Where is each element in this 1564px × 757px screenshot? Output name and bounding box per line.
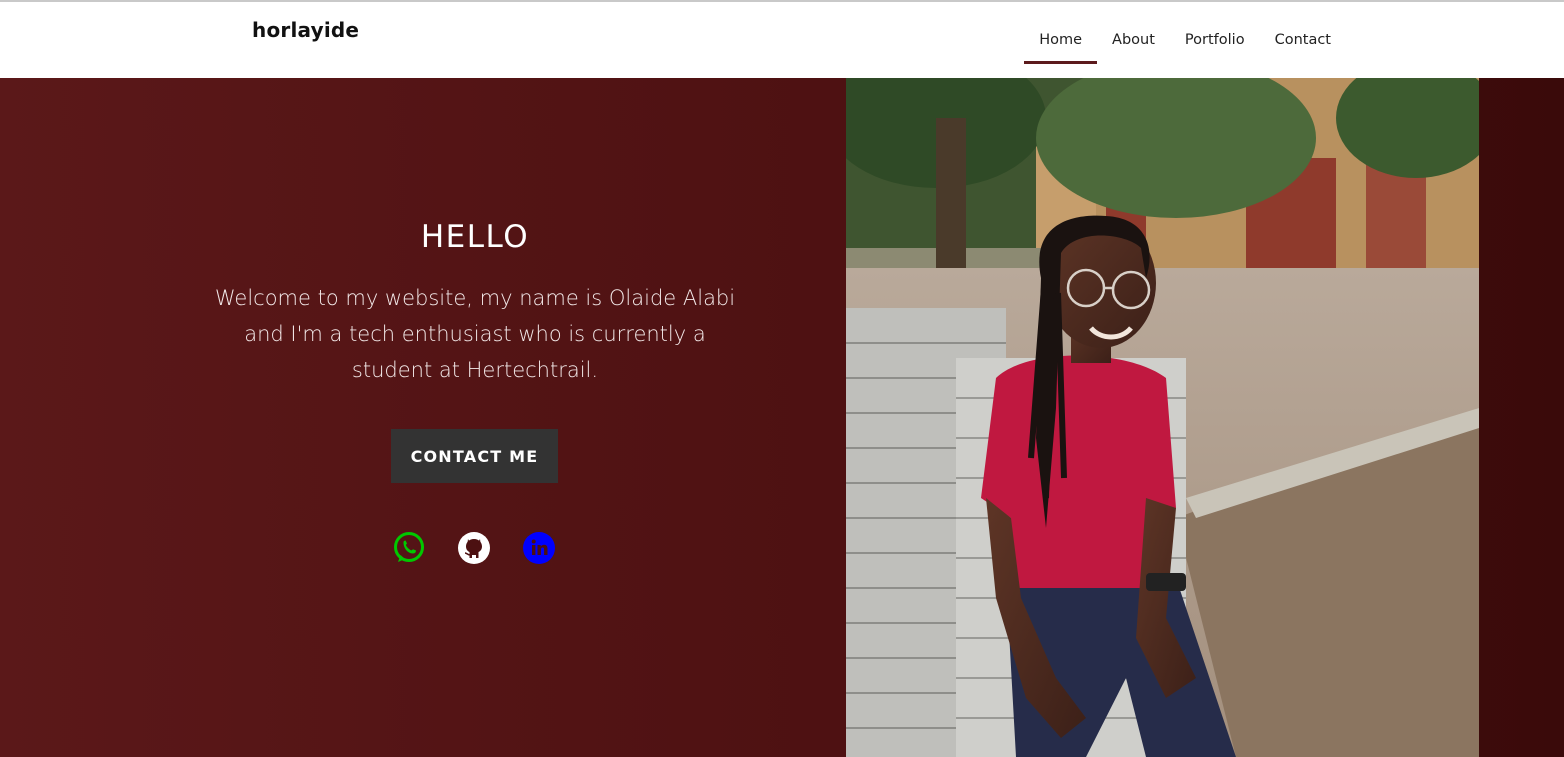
whatsapp-icon — [394, 532, 424, 562]
github-icon — [458, 532, 490, 564]
hero-section: HELLO Welcome to my website, my name is … — [0, 78, 1564, 757]
hero-intro: HELLO Welcome to my website, my name is … — [0, 78, 846, 757]
nav-item-portfolio[interactable]: Portfolio — [1170, 2, 1260, 78]
social-links — [392, 530, 556, 566]
profile-photo — [846, 78, 1479, 757]
nav-item-contact[interactable]: Contact — [1260, 2, 1346, 78]
site-logo-text[interactable]: horlayide — [252, 18, 359, 42]
linkedin-icon — [523, 532, 555, 564]
main-nav: Home About Portfolio Contact — [1024, 2, 1346, 78]
whatsapp-link[interactable] — [392, 530, 426, 566]
contact-me-button[interactable]: CONTACT ME — [391, 429, 558, 483]
site-header: horlayide Home About Portfolio Contact — [0, 2, 1564, 78]
github-link[interactable] — [457, 530, 491, 566]
hero-description: Welcome to my website, my name is Olaide… — [214, 286, 736, 382]
hero-title: HELLO — [420, 219, 530, 255]
nav-item-home[interactable]: Home — [1024, 2, 1097, 78]
linkedin-link[interactable] — [522, 530, 556, 566]
nav-item-about[interactable]: About — [1097, 2, 1170, 78]
